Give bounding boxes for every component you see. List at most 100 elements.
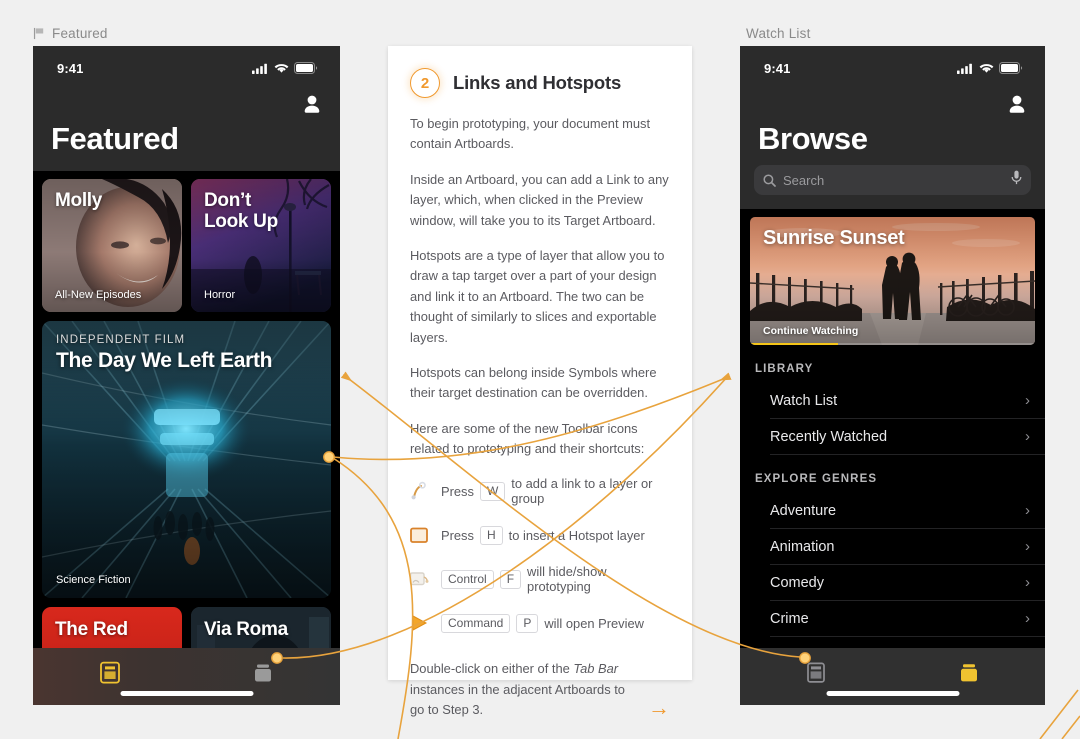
shortcut-post: to insert a Hotspot layer xyxy=(508,527,645,543)
arrow-right-icon[interactable]: → xyxy=(648,696,670,721)
featured-card-the-day-we-left-earth[interactable]: INDEPENDENT FILM The Day We Left Earth S… xyxy=(42,321,331,598)
chevron-right-icon: › xyxy=(1025,610,1030,627)
chevron-right-icon: › xyxy=(1025,574,1030,591)
microphone-icon[interactable] xyxy=(1011,170,1022,185)
instruction-title: Links and Hotspots xyxy=(453,72,622,93)
tab-featured[interactable] xyxy=(33,661,187,692)
card-kicker: INDEPENDENT FILM xyxy=(56,334,186,346)
toggle-prototyping-icon xyxy=(408,568,430,590)
card-title: The Red xyxy=(55,619,128,640)
tab-browse[interactable] xyxy=(187,661,341,692)
shortcut-row-preview: Command P will open Preview xyxy=(408,601,672,645)
section-header-library: LIBRARY xyxy=(755,363,814,375)
key-cap: W xyxy=(479,481,506,502)
browse-tab-bar[interactable] xyxy=(740,648,1045,705)
featured-card-molly[interactable]: Molly All-New Episodes xyxy=(42,179,182,312)
shortcut-text: Press H to insert a Hotspot layer xyxy=(441,525,645,546)
prototype-canvas: Featured Watch List 9:41 Featured Molly … xyxy=(0,0,1080,739)
person-icon[interactable] xyxy=(302,94,322,115)
status-time: 9:41 xyxy=(57,60,84,76)
card-title: Via Roma xyxy=(204,619,288,640)
list-item-label: Animation xyxy=(770,538,835,555)
status-time: 9:41 xyxy=(764,60,791,76)
list-item[interactable]: Crime › xyxy=(770,601,1045,637)
featured-card-row: Molly All-New Episodes Don’t Look Up Hor… xyxy=(33,171,340,312)
shortcut-text: Command P will open Preview xyxy=(441,613,644,634)
shortcut-list: Press W to add a link to a layer or grou… xyxy=(388,463,692,645)
person-icon[interactable] xyxy=(1007,94,1027,115)
shortcut-row-link: Press W to add a link to a layer or grou… xyxy=(408,469,672,513)
footer-text-before: Double-click on either of the xyxy=(410,661,574,677)
key-cap: F xyxy=(499,569,522,590)
list-item[interactable]: Recently Watched › xyxy=(770,419,1045,455)
list-item-label: Crime xyxy=(770,610,809,627)
flag-icon xyxy=(33,27,44,40)
progress-bar xyxy=(750,342,1035,345)
shortcut-row-toggle-prototyping: Control F will hide/show prototyping xyxy=(408,557,672,601)
signal-icon xyxy=(957,63,972,74)
card-title: Don’t Look Up xyxy=(204,190,278,233)
featured-tab-bar[interactable] xyxy=(33,648,340,705)
search-icon xyxy=(763,173,776,187)
key-cap: P xyxy=(516,613,539,634)
search-input[interactable]: Search xyxy=(754,165,1031,195)
shortcut-text: Press W to add a link to a layer or grou… xyxy=(441,476,672,506)
artboard-label-watch-list[interactable]: Watch List xyxy=(746,26,811,41)
signal-icon xyxy=(252,63,267,74)
list-item-label: Watch List xyxy=(770,392,838,409)
list-item[interactable]: Comedy › xyxy=(770,565,1045,601)
shortcut-text: Control F will hide/show prototyping xyxy=(441,564,672,594)
browse-nav-header: 9:41 Browse Search xyxy=(740,46,1045,209)
card-subtitle: Science Fiction xyxy=(56,574,131,586)
artboard-label-text: Featured xyxy=(52,26,108,41)
chevron-right-icon: › xyxy=(1025,538,1030,555)
list-item[interactable]: Watch List › xyxy=(770,383,1045,419)
page-title: Featured xyxy=(51,121,179,156)
list-item-label: Comedy xyxy=(770,574,824,591)
hotspot-tool-icon xyxy=(408,524,430,546)
browse-tab-icon xyxy=(255,664,272,682)
section-header-explore-genres: EXPLORE GENRES xyxy=(755,473,878,485)
key-cap: Control xyxy=(441,569,494,590)
progress-fill xyxy=(750,342,839,345)
list-item[interactable]: Adventure › xyxy=(770,493,1045,529)
link-offscreen-down-right-b xyxy=(1061,715,1080,739)
home-indicator xyxy=(120,691,253,696)
shortcut-post: will open Preview xyxy=(544,615,644,631)
artboard-watch-list[interactable]: 9:41 Browse Search Sunrise Sunset Contin… xyxy=(740,46,1045,705)
link-tool-icon xyxy=(408,480,430,502)
continue-watching-card[interactable]: Sunrise Sunset Continue Watching xyxy=(750,217,1035,345)
key-cap: H xyxy=(479,525,503,546)
instruction-card: 2 Links and Hotspots To begin prototypin… xyxy=(388,46,692,718)
link-offscreen-down-right-a xyxy=(1039,689,1079,739)
step-badge: 2 xyxy=(410,68,440,98)
featured-card-dont-look-up[interactable]: Don’t Look Up Horror xyxy=(191,179,331,312)
artboard-label-featured[interactable]: Featured xyxy=(33,26,108,41)
tab-browse[interactable] xyxy=(740,661,893,692)
card-title: Molly xyxy=(55,190,103,211)
footer-text: Double-click on either of the Tab Bar in… xyxy=(410,659,640,720)
featured-nav-header: 9:41 Featured xyxy=(33,46,340,171)
featured-content: Molly All-New Episodes Don’t Look Up Hor… xyxy=(33,171,340,705)
shortcut-post: to add a link to a layer or group xyxy=(511,476,653,507)
instruction-footer: Double-click on either of the Tab Bar in… xyxy=(388,645,692,720)
list-item-label: Adventure xyxy=(770,502,837,519)
search-placeholder: Search xyxy=(783,172,825,188)
preview-play-icon xyxy=(408,612,430,634)
tab-featured[interactable] xyxy=(893,661,1046,692)
shortcut-row-hotspot: Press H to insert a Hotspot layer xyxy=(408,513,672,557)
list-item[interactable]: Animation › xyxy=(770,529,1045,565)
featured-tab-icon xyxy=(960,664,977,682)
key-cap: Command xyxy=(441,613,511,634)
battery-icon xyxy=(294,62,318,74)
battery-icon xyxy=(999,62,1023,74)
home-indicator xyxy=(826,691,959,696)
artboard-featured[interactable]: 9:41 Featured Molly All-New Episodes Don… xyxy=(33,46,340,705)
footer-emphasis: Tab Bar xyxy=(573,661,619,677)
browse-content: Sunrise Sunset Continue Watching LIBRARY… xyxy=(740,217,1045,637)
chevron-right-icon: › xyxy=(1025,392,1030,409)
paragraph: To begin prototyping, your document must… xyxy=(410,116,651,152)
footer-text-after: instances in the adjacent Artboards to g… xyxy=(410,681,625,718)
wifi-icon xyxy=(979,63,994,73)
shortcut-post: will hide/show prototyping xyxy=(527,564,607,595)
